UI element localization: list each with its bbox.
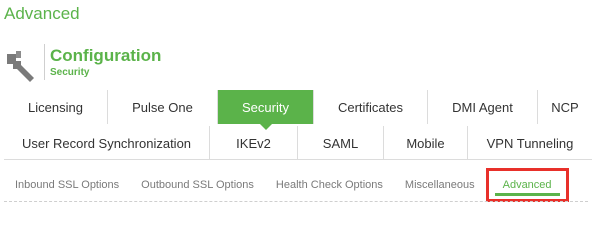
tab-saml[interactable]: SAML bbox=[298, 126, 384, 160]
tab-licensing[interactable]: Licensing bbox=[4, 90, 108, 124]
subtab-advanced-label: Advanced bbox=[502, 179, 552, 191]
sub-tabs: Inbound SSL Options Outbound SSL Options… bbox=[4, 168, 569, 202]
tab-pulse-one[interactable]: Pulse One bbox=[108, 90, 218, 124]
subtab-health-check-options[interactable]: Health Check Options bbox=[265, 170, 394, 200]
tab-dmi-agent[interactable]: DMI Agent bbox=[428, 90, 538, 124]
subtab-outbound-ssl-options[interactable]: Outbound SSL Options bbox=[130, 170, 265, 200]
tab-ncp[interactable]: NCP bbox=[538, 90, 592, 124]
tab-ikev2[interactable]: IKEv2 bbox=[210, 126, 298, 160]
subtabs-divider bbox=[4, 159, 592, 160]
wrench-icon bbox=[7, 51, 34, 82]
tab-mobile[interactable]: Mobile bbox=[384, 126, 468, 160]
config-divider bbox=[44, 44, 45, 80]
tab-vpn-tunneling[interactable]: VPN Tunneling bbox=[468, 126, 592, 160]
page-title: Advanced bbox=[4, 4, 80, 23]
subtab-inbound-ssl-options[interactable]: Inbound SSL Options bbox=[4, 170, 130, 200]
main-tabs-row-2: User Record Synchronization IKEv2 SAML M… bbox=[4, 126, 592, 160]
tab-user-record-synchronization[interactable]: User Record Synchronization bbox=[4, 126, 210, 160]
subtab-advanced[interactable]: Advanced bbox=[485, 168, 569, 202]
config-title: Configuration bbox=[50, 46, 162, 65]
tab-security[interactable]: Security bbox=[218, 90, 314, 130]
config-subtitle: Security bbox=[50, 67, 90, 78]
active-underline bbox=[494, 193, 560, 196]
tab-certificates[interactable]: Certificates bbox=[314, 90, 428, 124]
main-tabs-row-1: Licensing Pulse One Security Certificate… bbox=[4, 90, 592, 130]
section-dashed-divider bbox=[4, 201, 588, 202]
subtab-miscellaneous[interactable]: Miscellaneous bbox=[394, 170, 486, 200]
